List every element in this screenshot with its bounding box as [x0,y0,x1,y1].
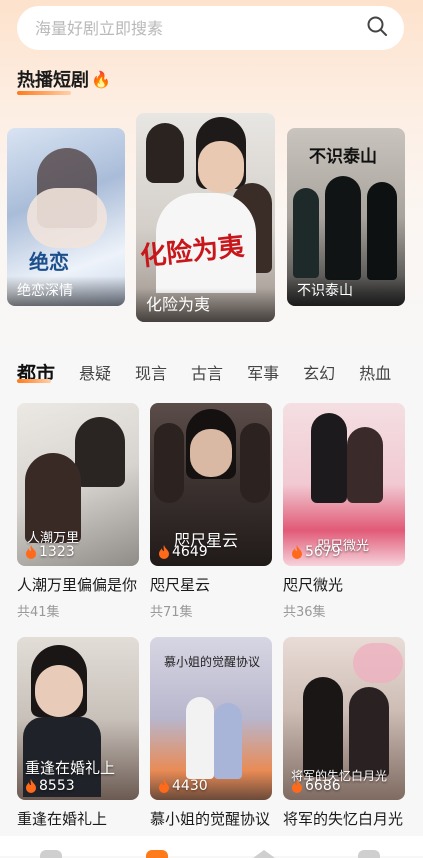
hot-drama-title-2: 化险为夷 [136,288,275,322]
hot-drama-card-1[interactable]: 绝恋 绝恋深情 [7,128,125,306]
drama-cover-3: 咫尺微光 5679 [283,403,405,566]
drama-cover-1: 人潮万里 1323 [17,403,139,566]
fire-icon [292,779,302,793]
search-bar[interactable] [17,6,404,50]
drama-card-2[interactable]: 咫尺星云 4649 咫尺星云 共71集 [150,403,272,620]
hot-section-underline [17,91,71,95]
play-count-5: 4430 [158,778,208,794]
drama-title-6[interactable]: 将军的失忆白月光 [283,808,405,829]
bottom-tab-bar [0,836,423,858]
drama-title-4[interactable]: 重逢在婚礼上 [17,808,139,829]
search-icon[interactable] [366,15,388,41]
drama-cover-6: 将军的失忆白月光 6686 [283,637,405,800]
drama-card-5[interactable]: 慕小姐的觉醒协议 4430 慕小姐的觉醒协议 [150,637,272,829]
home-tab-icon[interactable] [40,850,62,858]
fire-icon [292,545,302,559]
drama-cover-4: 重逢在婚礼上 8553 [17,637,139,800]
drama-title-3[interactable]: 咫尺微光 [283,574,405,595]
hot-drama-title-3: 不识泰山 [287,276,405,306]
hot-drama-card-2[interactable]: 化险为夷 化险为夷 [136,113,275,322]
hot-drama-poster-text-1: 绝恋 [29,250,69,274]
discover-tab-icon[interactable] [253,850,275,858]
fire-icon [26,545,36,559]
active-tab-underline [17,379,51,383]
tab-military[interactable]: 军事 [247,360,279,384]
fire-icon [159,779,169,793]
play-count-3: 5679 [291,544,341,560]
tab-suspense[interactable]: 悬疑 [79,360,111,384]
drama-card-6[interactable]: 将军的失忆白月光 6686 将军的失忆白月光 [283,637,405,829]
drama-cover-text-5: 慕小姐的觉醒协议 [164,655,261,669]
hot-section-title: 热播短剧 🔥 [17,66,111,92]
drama-card-4[interactable]: 重逢在婚礼上 8553 重逢在婚礼上 [17,637,139,829]
hot-drama-title-1: 绝恋深情 [7,276,125,306]
drama-episodes-2: 共71集 [150,605,193,620]
play-count-value-3: 5679 [305,544,341,560]
fire-icon [26,779,36,793]
drama-cover-2: 咫尺星云 4649 [150,403,272,566]
play-count-6: 6686 [291,778,341,794]
play-count-2: 4649 [158,544,208,560]
hot-drama-card-3[interactable]: 不识泰山 不识泰山 [287,128,405,306]
tab-ancient-romance[interactable]: 古言 [191,360,223,384]
play-count-value-4: 8553 [39,778,75,794]
play-count-4: 8553 [25,778,75,794]
drama-title-2[interactable]: 咫尺星云 [150,574,272,595]
drama-card-1[interactable]: 人潮万里 1323 人潮万里偏偏是你 共41集 [17,403,139,620]
category-tabs: 都市 悬疑 现言 古言 军事 玄幻 热血 [17,352,417,392]
drama-title-1[interactable]: 人潮万里偏偏是你 [17,574,139,595]
drama-episodes-1: 共41集 [17,605,60,620]
play-count-value-6: 6686 [305,778,341,794]
fire-icon: 🔥 [91,69,111,89]
play-count-value-2: 4649 [172,544,208,560]
hot-drama-poster-text-3: 不识泰山 [309,147,377,167]
theater-tab-icon[interactable] [146,850,168,858]
profile-tab-icon[interactable] [358,850,380,858]
drama-title-5[interactable]: 慕小姐的觉醒协议 [150,808,272,829]
play-count-value-1: 1323 [39,544,75,560]
tab-passion[interactable]: 热血 [359,360,391,384]
drama-cover-text-4: 重逢在婚礼上 [25,759,116,777]
search-input[interactable] [33,17,366,39]
drama-card-3[interactable]: 咫尺微光 5679 咫尺微光 共36集 [283,403,405,620]
play-count-1: 1323 [25,544,75,560]
fire-icon [159,545,169,559]
tab-modern-romance[interactable]: 现言 [135,360,167,384]
tab-fantasy[interactable]: 玄幻 [303,360,335,384]
drama-cover-5: 慕小姐的觉醒协议 4430 [150,637,272,800]
play-count-value-5: 4430 [172,778,208,794]
hot-section-label: 热播短剧 [17,70,89,91]
drama-episodes-3: 共36集 [283,605,326,620]
